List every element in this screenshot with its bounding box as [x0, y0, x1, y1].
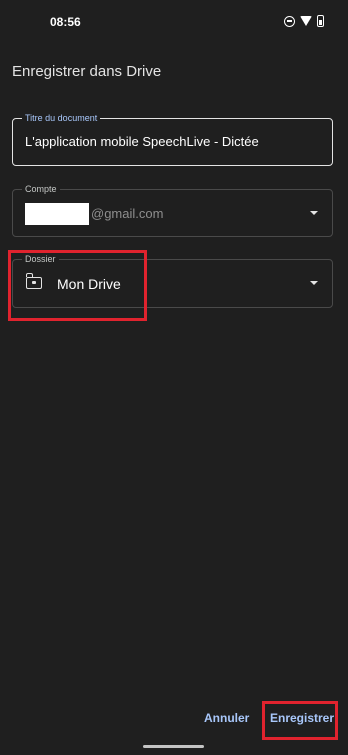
folder-value: Mon Drive [57, 276, 121, 292]
chevron-down-icon[interactable] [310, 281, 318, 285]
account-label: Compte [22, 183, 60, 195]
drive-folder-icon [25, 273, 42, 289]
status-bar: 08:56 [0, 0, 348, 44]
folder-dropdown[interactable]: Dossier Mon Drive [12, 253, 333, 308]
battery-icon [317, 15, 324, 27]
wifi-icon [300, 16, 312, 26]
folder-label: Dossier [22, 253, 59, 265]
document-title-label: Titre du document [22, 112, 101, 124]
dialog-title: Enregistrer dans Drive [12, 63, 162, 80]
home-indicator[interactable] [143, 745, 204, 748]
status-icons [284, 15, 324, 27]
document-title-field[interactable]: Titre du document L'application mobile S… [12, 112, 333, 166]
cancel-button[interactable]: Annuler [204, 711, 249, 725]
status-time: 08:56 [50, 15, 81, 29]
do-not-disturb-icon [284, 15, 295, 27]
document-title-input[interactable]: L'application mobile SpeechLive - Dictée [25, 134, 259, 149]
chevron-down-icon[interactable] [310, 211, 318, 215]
account-email-suffix: @gmail.com [91, 206, 164, 221]
account-dropdown[interactable]: Compte @gmail.com [12, 183, 333, 237]
save-button[interactable]: Enregistrer [270, 711, 334, 725]
redacted-account-name [25, 203, 89, 225]
